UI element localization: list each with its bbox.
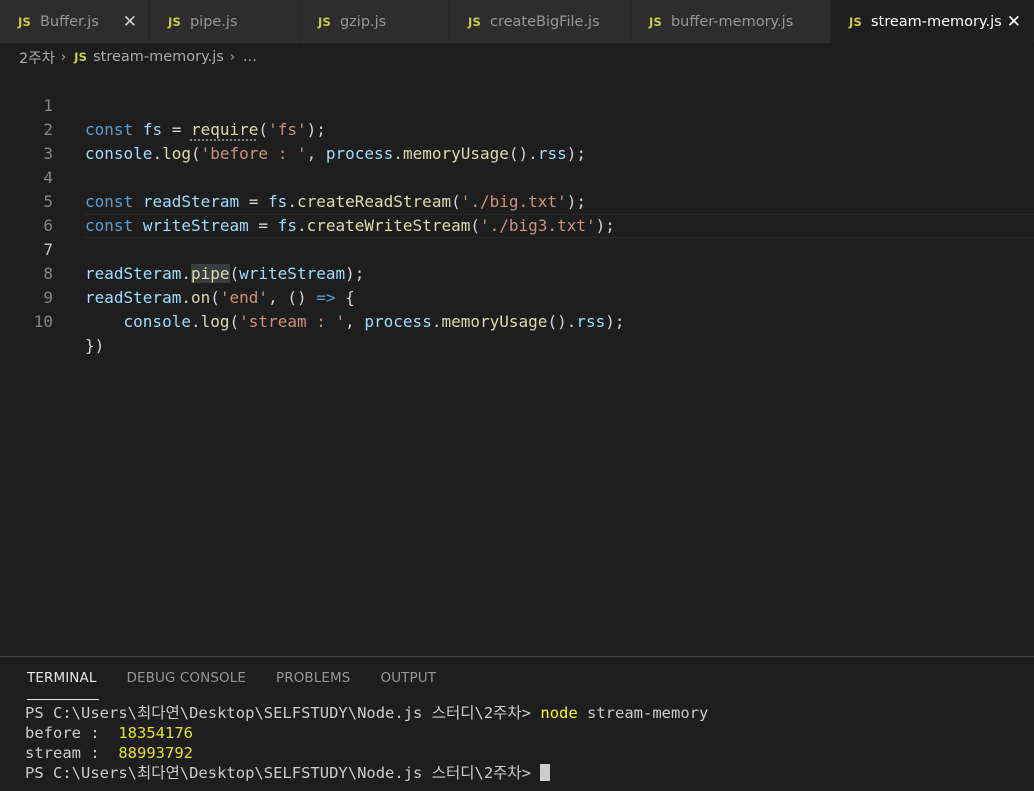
tab-label: stream-memory.js xyxy=(870,13,1002,30)
chevron-right-icon: › xyxy=(60,49,67,65)
tab-label: buffer-memory.js xyxy=(670,13,794,30)
terminal-line: PS C:\Users\최다연\Desktop\SELFSTUDY\Node.j… xyxy=(25,704,709,722)
terminal-prompt-line[interactable]: PS C:\Users\최다연\Desktop\SELFSTUDY\Node.j… xyxy=(25,763,1034,783)
breadcrumb-symbol[interactable]: ... xyxy=(243,49,257,65)
code-line: 3 xyxy=(0,118,1034,163)
code-line: 2 console.log('before : ', process.memor… xyxy=(0,94,1034,163)
code-line: 1 const fs = require('fs'); xyxy=(0,70,1034,139)
tab-output[interactable]: OUTPUT xyxy=(380,657,436,699)
tab-createbigfile-js[interactable]: JS createBigFile.js xyxy=(450,0,631,43)
line-number: 10 xyxy=(33,312,53,331)
tab-debug-console[interactable]: DEBUG CONSOLE xyxy=(126,657,246,699)
close-icon[interactable]: ✕ xyxy=(1007,12,1021,32)
code-line: 6 xyxy=(0,190,1034,235)
code-text[interactable]: }) xyxy=(85,334,104,358)
editor-tab-bar: JS Buffer.js ✕ JS pipe.js JS gzip.js JS … xyxy=(0,0,1034,43)
code-line: 8 readSteram.on('end', () => { xyxy=(0,238,1034,307)
javascript-file-icon: JS xyxy=(168,14,181,29)
code-line-current: 7 readSteram.pipe(writeStream); xyxy=(0,214,1034,283)
bottom-panel: TERMINAL DEBUG CONSOLE PROBLEMS OUTPUT P… xyxy=(0,656,1034,791)
breadcrumb-file[interactable]: stream-memory.js xyxy=(93,49,224,65)
tab-stream-memory-js[interactable]: JS stream-memory.js ✕ xyxy=(831,0,1034,43)
tab-buffer-js[interactable]: JS Buffer.js ✕ xyxy=(0,0,150,43)
tab-terminal[interactable]: TERMINAL xyxy=(27,657,100,700)
breadcrumb: 2주차 › JS stream-memory.js › ... xyxy=(0,43,1034,71)
code-text[interactable]: console.log('stream : ', process.memoryU… xyxy=(85,310,625,334)
tab-pipe-js[interactable]: JS pipe.js xyxy=(150,0,300,43)
terminal-line: before : 18354176 xyxy=(25,724,193,742)
code-line: 10 }) xyxy=(0,286,1034,355)
javascript-file-icon: JS xyxy=(849,14,862,29)
code-line: 5 const writeStream = fs.createWriteStre… xyxy=(0,166,1034,235)
javascript-file-icon: JS xyxy=(74,50,88,64)
code-editor[interactable]: 1 const fs = require('fs'); 2 console.lo… xyxy=(0,70,1034,656)
javascript-file-icon: JS xyxy=(18,14,31,29)
tab-label: createBigFile.js xyxy=(489,13,600,30)
breadcrumb-folder[interactable]: 2주차 xyxy=(19,47,55,68)
tab-buffer-memory-js[interactable]: JS buffer-memory.js xyxy=(631,0,831,43)
tab-label: pipe.js xyxy=(189,13,238,30)
close-icon[interactable]: ✕ xyxy=(123,12,137,32)
tab-label: Buffer.js xyxy=(39,13,99,30)
chevron-right-icon: › xyxy=(229,49,236,65)
tab-gzip-js[interactable]: JS gzip.js xyxy=(300,0,450,43)
terminal-output[interactable]: PS C:\Users\최다연\Desktop\SELFSTUDY\Node.j… xyxy=(25,703,1034,783)
terminal-line: stream : 88993792 xyxy=(25,744,193,762)
code-line: 9 console.log('stream : ', process.memor… xyxy=(0,262,1034,331)
tab-label: gzip.js xyxy=(339,13,387,30)
panel-tab-bar: TERMINAL DEBUG CONSOLE PROBLEMS OUTPUT xyxy=(0,657,466,700)
terminal-cursor xyxy=(540,764,551,781)
code-line: 4 const readSteram = fs.createReadStream… xyxy=(0,142,1034,211)
javascript-file-icon: JS xyxy=(649,14,662,29)
tab-problems[interactable]: PROBLEMS xyxy=(276,657,350,699)
javascript-file-icon: JS xyxy=(318,14,331,29)
javascript-file-icon: JS xyxy=(468,14,481,29)
